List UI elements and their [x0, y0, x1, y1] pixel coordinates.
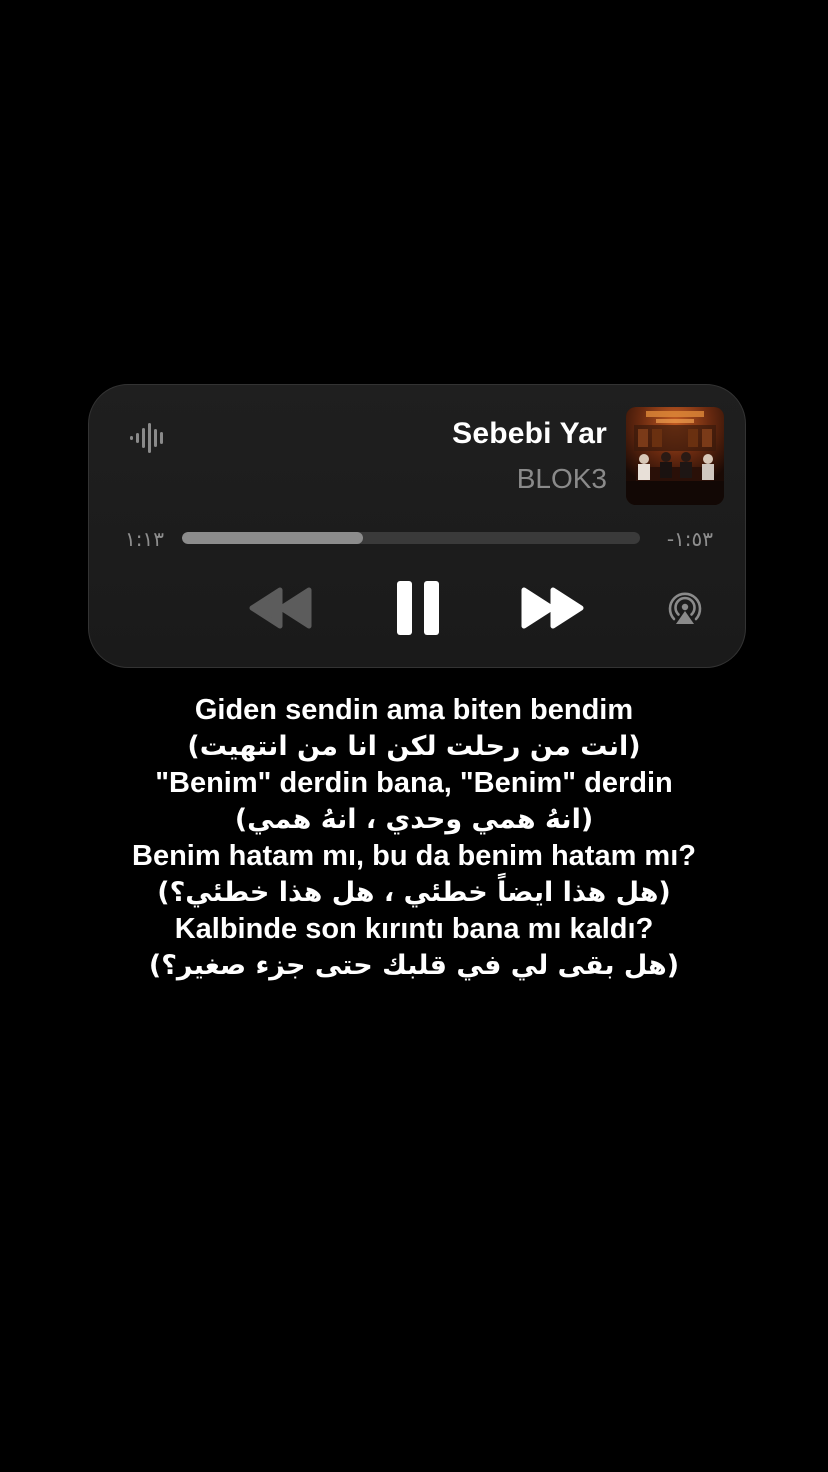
remaining-time: -١:٥٣ — [666, 527, 713, 551]
pause-icon — [397, 581, 439, 635]
lyric-translation: (هل بقى لي في قلبك حتى جزء صغير؟) — [148, 949, 680, 981]
lyric-translation: (هل هذا ايضاً خطئي ، هل هذا خطئي؟) — [157, 876, 671, 908]
rewind-button[interactable] — [249, 587, 313, 629]
lyric-line: Benim hatam mı, bu da benim hatam mı? — [132, 840, 696, 872]
progress-bar[interactable] — [182, 532, 640, 544]
lyric-line: Kalbinde son kırıntı bana mı kaldı? — [174, 913, 654, 945]
track-artist: BLOK3 — [516, 463, 607, 494]
waveform-icon — [129, 423, 169, 453]
airplay-button[interactable] — [665, 588, 705, 628]
airplay-icon — [668, 592, 702, 624]
elapsed-time: ١:١٣ — [125, 527, 164, 551]
rewind-icon — [249, 587, 312, 629]
progress-fill — [182, 532, 363, 544]
now-playing-widget: Sebebi Yar BLOK3 ١:١٣ -١:٥٣ — [88, 384, 746, 668]
pause-button[interactable] — [394, 579, 442, 637]
lyric-line: Giden sendin ama biten bendim — [194, 694, 634, 726]
lyric-line: "Benim" derdin bana, "Benim" derdin — [155, 767, 673, 799]
track-title: Sebebi Yar — [452, 417, 607, 450]
album-art[interactable] — [626, 407, 724, 505]
lyric-translation: (انت من رحلت لكن انا من انتهيت) — [187, 730, 641, 762]
lyric-translation: (انهُ همي وحدي ، انهُ همي) — [234, 803, 594, 835]
fast-forward-icon — [521, 587, 584, 629]
lyrics-block: Giden sendin ama biten bendim (انت من رح… — [0, 692, 828, 984]
fast-forward-button[interactable] — [520, 587, 584, 629]
